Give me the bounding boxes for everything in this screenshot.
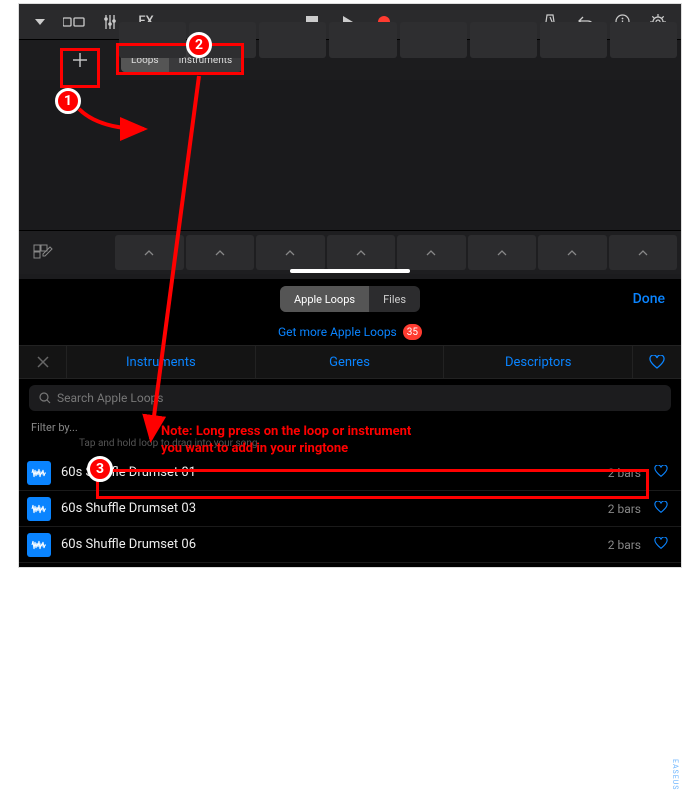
source-segment[interactable]: Apple Loops Files bbox=[280, 286, 420, 312]
loop-row[interactable]: 60s Shuffle Drumset 03 2 bars bbox=[19, 491, 681, 527]
track-slot[interactable] bbox=[610, 22, 677, 58]
home-indicator bbox=[290, 269, 410, 273]
chevron-up-icon bbox=[285, 250, 295, 256]
filter-descriptors[interactable]: Descriptors bbox=[444, 346, 633, 378]
track-slot[interactable] bbox=[540, 22, 607, 58]
section-tab[interactable] bbox=[256, 235, 325, 270]
track-slot[interactable] bbox=[329, 22, 396, 58]
filter-genres[interactable]: Genres bbox=[256, 346, 445, 378]
chevron-up-icon bbox=[356, 250, 366, 256]
search-input[interactable]: Search Apple Loops bbox=[29, 385, 671, 411]
close-filter-button[interactable] bbox=[19, 346, 67, 378]
chevron-down-fill-icon bbox=[34, 18, 46, 26]
track-slot[interactable] bbox=[189, 22, 256, 58]
track-slot[interactable] bbox=[400, 22, 467, 58]
filter-favorites[interactable] bbox=[633, 346, 681, 378]
tracks-icon bbox=[63, 15, 85, 29]
section-strip bbox=[19, 230, 681, 274]
chevron-up-icon bbox=[497, 250, 507, 256]
get-more-label: Get more Apple Loops bbox=[278, 325, 397, 339]
favorite-button[interactable] bbox=[651, 535, 671, 554]
plus-icon bbox=[71, 51, 89, 69]
heart-icon bbox=[654, 537, 668, 550]
loop-name: 60s Shuffle Drumset 06 bbox=[61, 537, 598, 552]
section-tab[interactable] bbox=[115, 235, 184, 270]
watermark: EASEUS bbox=[671, 759, 679, 790]
chevron-up-icon bbox=[638, 250, 648, 256]
filter-instruments[interactable]: Instruments bbox=[67, 346, 256, 378]
loop-name: 60s Shuffle Drumset 03 bbox=[61, 501, 598, 516]
add-track-button[interactable] bbox=[65, 45, 95, 75]
track-slots bbox=[119, 22, 677, 58]
search-row: Search Apple Loops bbox=[19, 379, 681, 417]
filter-by-label[interactable]: Filter by... bbox=[19, 417, 681, 436]
loop-row[interactable]: 60s Shuffle Drumset 01 2 bars bbox=[19, 455, 681, 491]
loop-waveform-icon bbox=[27, 497, 51, 521]
track-slot[interactable] bbox=[259, 22, 326, 58]
loop-bars: 2 bars bbox=[608, 466, 641, 480]
done-button[interactable]: Done bbox=[633, 279, 665, 319]
loop-name: 60s Shuffle Drumset 01 bbox=[61, 465, 598, 480]
chevron-up-icon bbox=[426, 250, 436, 256]
search-icon bbox=[39, 392, 51, 404]
browser-header: Apple Loops Files Done bbox=[19, 279, 681, 319]
drag-hint: Tap and hold loop to drag into your song… bbox=[19, 436, 681, 455]
chevron-up-icon bbox=[215, 250, 225, 256]
segment-apple-loops[interactable]: Apple Loops bbox=[280, 286, 369, 312]
grid-edit-icon bbox=[33, 244, 53, 262]
sub-toolbar: Loops Instruments bbox=[19, 40, 681, 80]
favorite-button[interactable] bbox=[651, 499, 671, 518]
tracks-view: FX bbox=[19, 4, 681, 279]
view-dropdown[interactable] bbox=[25, 8, 55, 36]
track-area[interactable] bbox=[19, 80, 681, 230]
favorite-button[interactable] bbox=[651, 463, 671, 482]
section-tab[interactable] bbox=[327, 235, 396, 270]
loops-browser: Apple Loops Files Done Get more Apple Lo… bbox=[19, 279, 681, 567]
loop-row[interactable]: 60s Shuffle Drumset 06 2 bars bbox=[19, 527, 681, 563]
section-tab[interactable] bbox=[186, 235, 255, 270]
get-more-loops-link[interactable]: Get more Apple Loops 35 bbox=[19, 319, 681, 345]
segment-files[interactable]: Files bbox=[369, 286, 420, 312]
chevron-up-icon bbox=[144, 250, 154, 256]
track-view-button[interactable] bbox=[57, 8, 91, 36]
loop-bars: 2 bars bbox=[608, 538, 641, 552]
get-more-badge: 35 bbox=[403, 324, 422, 340]
section-tab[interactable] bbox=[468, 235, 537, 270]
velocity-edit-button[interactable] bbox=[19, 231, 67, 275]
waveform-icon bbox=[31, 539, 47, 551]
section-tab[interactable] bbox=[538, 235, 607, 270]
chevron-up-icon bbox=[567, 250, 577, 256]
heart-icon bbox=[654, 501, 668, 514]
track-slot[interactable] bbox=[470, 22, 537, 58]
track-slot[interactable] bbox=[119, 22, 186, 58]
close-icon bbox=[36, 355, 50, 369]
loop-waveform-icon bbox=[27, 533, 51, 557]
section-tab[interactable] bbox=[397, 235, 466, 270]
heart-icon bbox=[649, 355, 665, 370]
filter-row: Instruments Genres Descriptors bbox=[19, 345, 681, 379]
loop-bars: 2 bars bbox=[608, 502, 641, 516]
section-tab[interactable] bbox=[609, 235, 678, 270]
waveform-icon bbox=[31, 467, 47, 479]
search-placeholder: Search Apple Loops bbox=[57, 391, 163, 405]
waveform-icon bbox=[31, 503, 47, 515]
loop-waveform-icon bbox=[27, 461, 51, 485]
heart-icon bbox=[654, 465, 668, 478]
sliders-icon bbox=[102, 14, 118, 30]
